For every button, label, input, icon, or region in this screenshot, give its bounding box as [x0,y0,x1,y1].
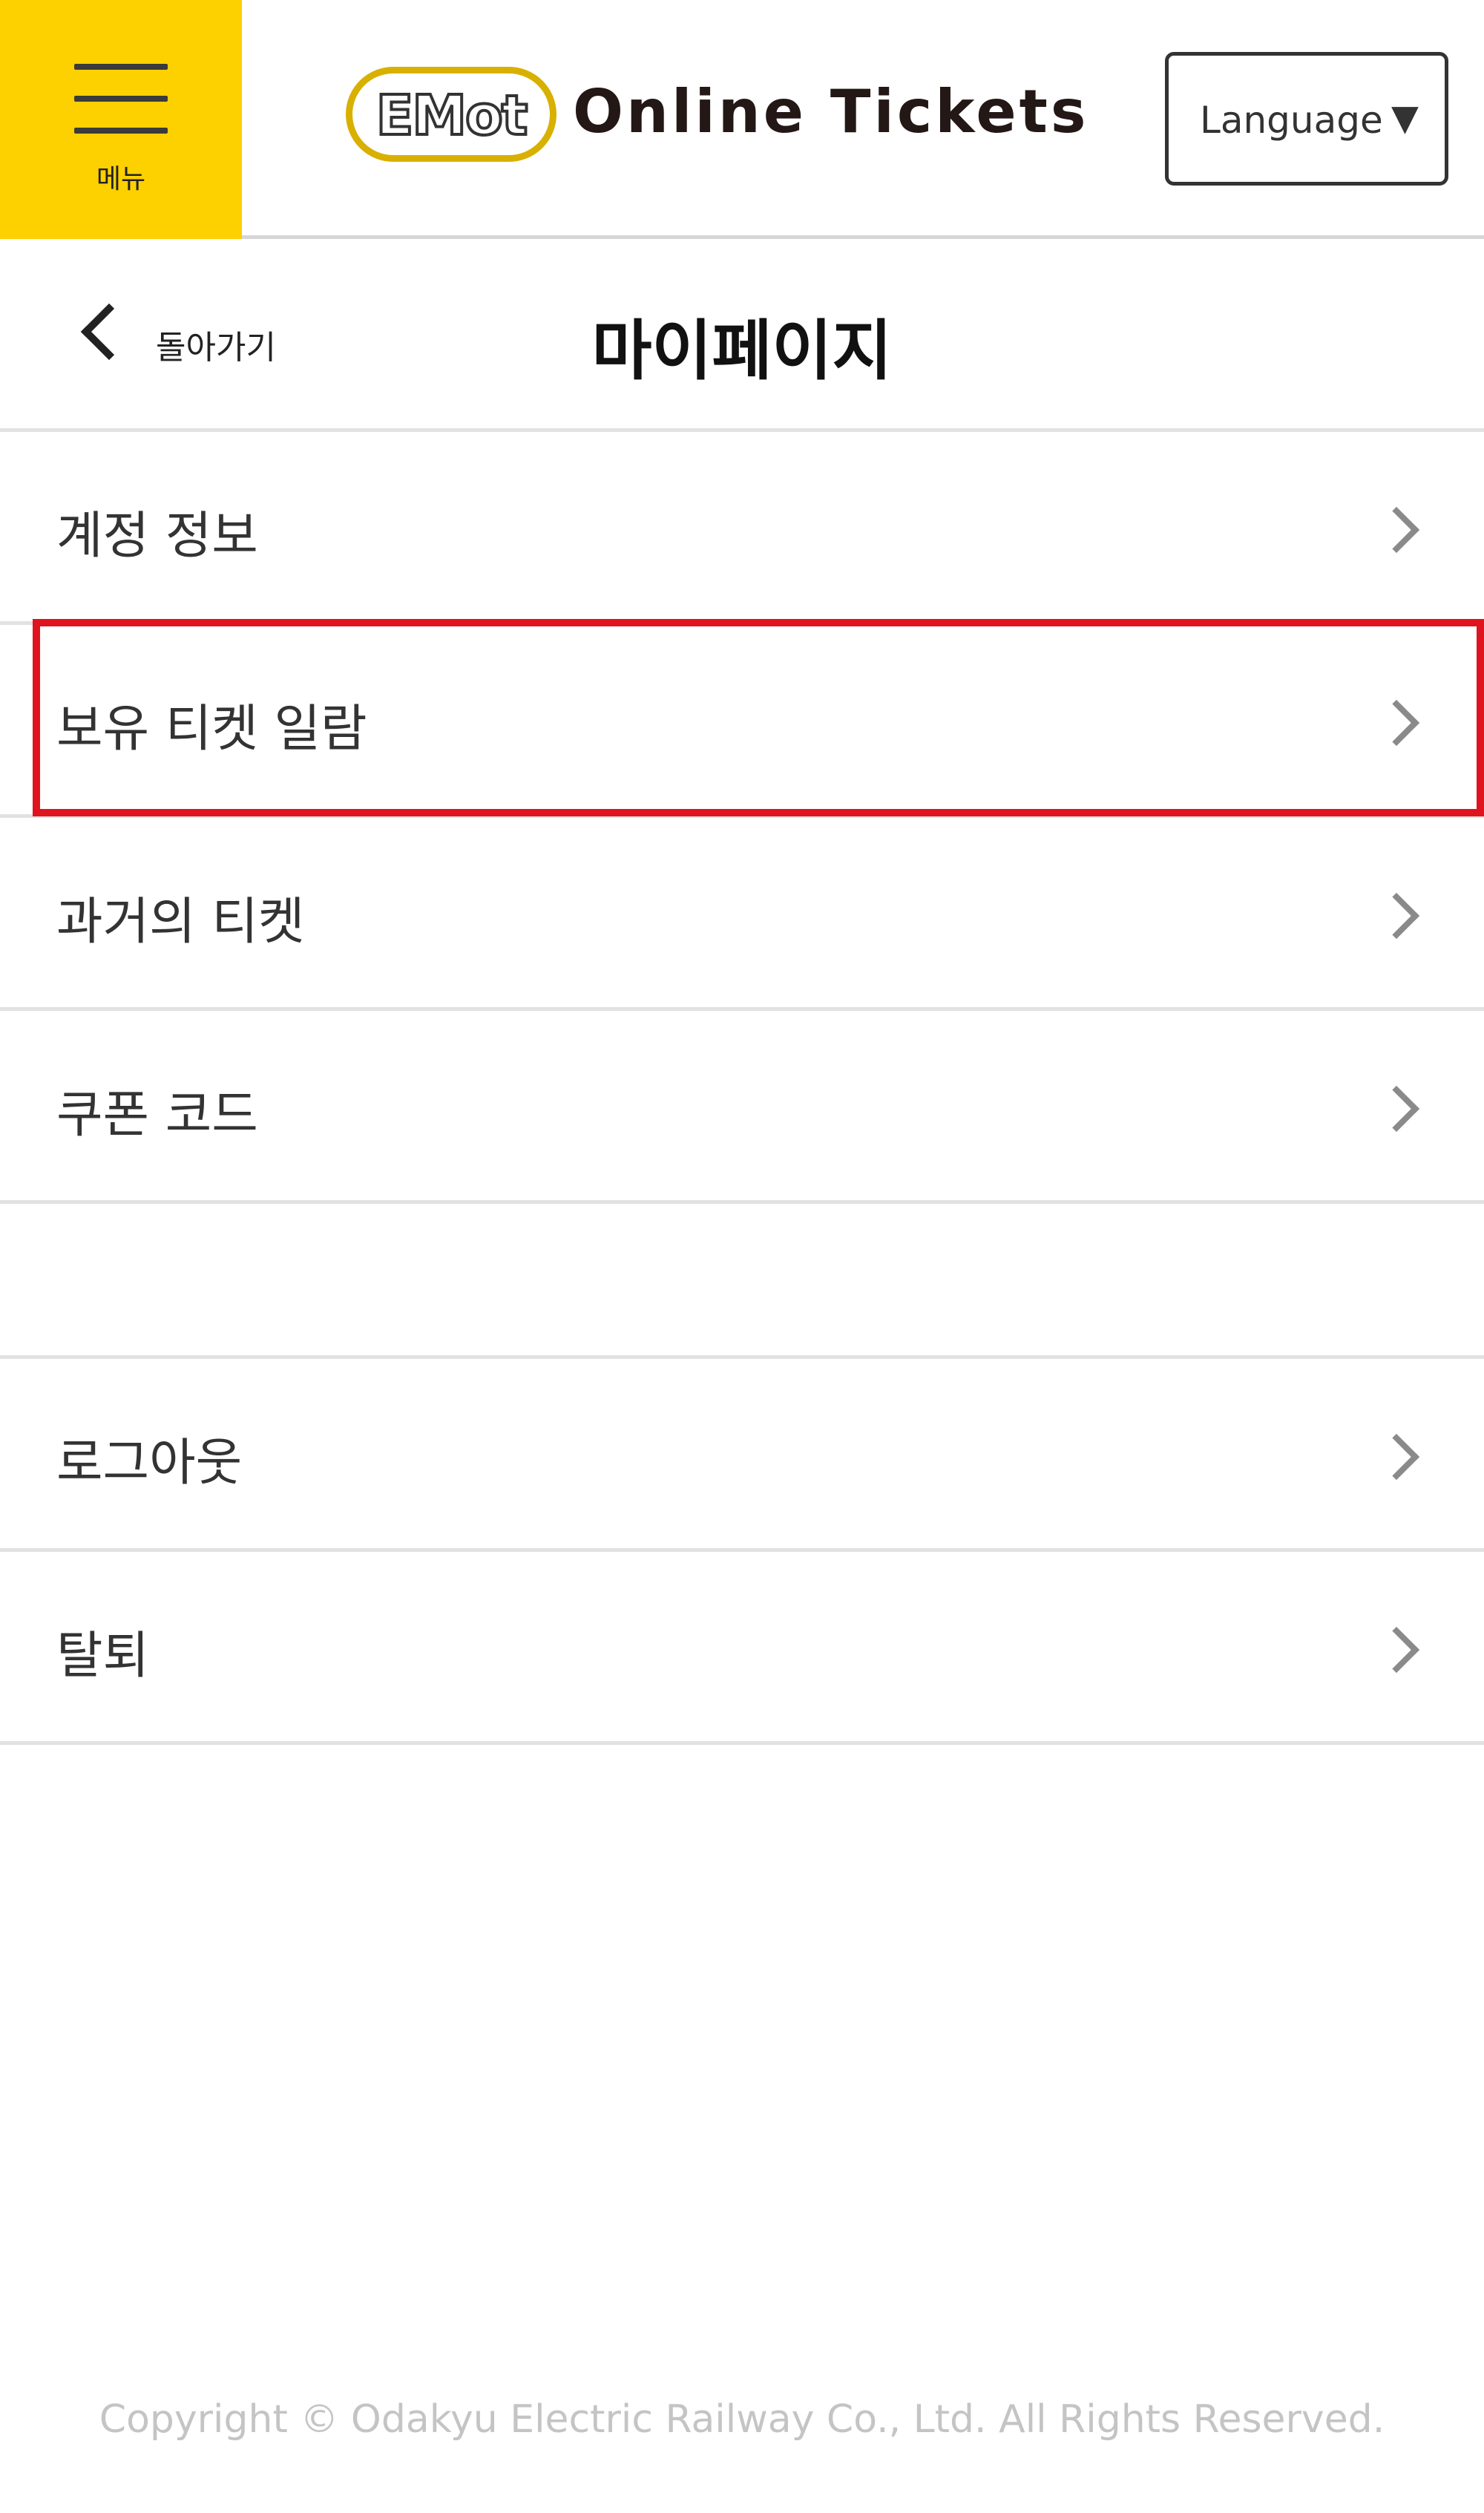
page-subheader: 돌아가기 마이페이지 [0,239,1484,432]
hamburger-icon [74,64,168,134]
menu-item-label: 탈퇴 [56,1627,150,1685]
menu-item-label: 계정 정보 [56,507,258,566]
logo-title: Online Tickets [573,77,1089,146]
menu-item-label: 과거의 티켓 [56,893,305,951]
language-select[interactable]: Language ▼ [1165,52,1448,186]
menu-button[interactable]: 메뉴 [0,0,242,239]
chevron-right-icon [1373,1085,1420,1133]
menu-item-withdraw[interactable]: 탈퇴 [0,1552,1484,1745]
menu-item-coupon-code[interactable]: 쿠폰 코드 [0,1011,1484,1204]
menu-item-owned-tickets[interactable]: 보유 티켓 일람 [0,625,1484,818]
chevron-right-icon [1373,699,1420,747]
menu-spacer [0,1204,1484,1358]
menu-label: 메뉴 [96,164,146,194]
app-header: 메뉴 EMot Online Tickets Language ▼ [0,0,1484,239]
menu-item-label: 쿠폰 코드 [56,1086,258,1144]
copyright-footer: Copyright © Odakyu Electric Railway Co.,… [99,2397,1385,2442]
chevron-right-icon [1373,1626,1420,1674]
emot-logo-text: EMot [375,82,529,149]
page-title: 마이페이지 [591,312,893,389]
chevron-right-icon [1373,1433,1420,1481]
menu-item-past-tickets[interactable]: 과거의 티켓 [0,818,1484,1011]
emot-logo-badge: EMot [346,67,556,162]
chevron-right-icon [1373,892,1420,940]
menu-item-label: 로그아웃 [56,1434,243,1493]
menu-item-logout[interactable]: 로그아웃 [0,1359,1484,1552]
chevron-right-icon [1373,506,1420,554]
menu-item-account-info[interactable]: 계정 정보 [0,432,1484,625]
language-label: Language [1200,99,1383,142]
site-logo[interactable]: EMot Online Tickets [346,65,1086,169]
menu-item-label: 보유 티켓 일람 [56,700,367,759]
caret-down-icon: ▼ [1391,97,1419,139]
